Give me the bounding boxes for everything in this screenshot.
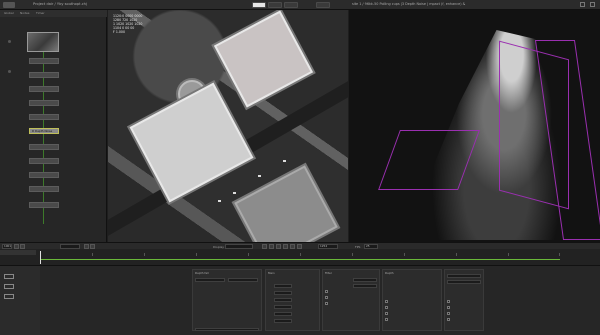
property-field[interactable] xyxy=(274,312,292,316)
group-title: Filter xyxy=(325,271,332,275)
link-icon[interactable] xyxy=(4,284,14,289)
property-group xyxy=(444,269,484,331)
property-group: Depth fall xyxy=(192,269,262,331)
image-viewer[interactable]: 1120:0 0000 0000 1280 720 1020 1 1020 10… xyxy=(108,10,348,242)
source-node-thumbnail[interactable] xyxy=(27,32,59,52)
property-field[interactable] xyxy=(274,284,292,288)
timeline-tick xyxy=(144,253,145,256)
car xyxy=(283,160,286,162)
timeline-tick xyxy=(196,253,197,256)
car xyxy=(233,192,236,194)
graph-node[interactable] xyxy=(29,158,59,164)
property-group: Depth xyxy=(382,269,442,331)
car xyxy=(218,200,221,202)
view-cloud-button[interactable] xyxy=(316,2,330,8)
timeline-tick xyxy=(559,253,560,256)
close-icon[interactable] xyxy=(590,2,595,7)
car xyxy=(258,175,261,177)
property-field[interactable] xyxy=(274,319,292,323)
graph-node[interactable] xyxy=(29,144,59,150)
graph-node[interactable] xyxy=(29,202,59,208)
viewer-overlay-info: 1120:0 0000 0000 1280 720 1020 1 1020 10… xyxy=(113,14,143,34)
option-checkbox[interactable] xyxy=(385,312,388,315)
point-cloud-viewer[interactable] xyxy=(349,10,600,242)
option-checkbox[interactable] xyxy=(325,290,328,293)
option-checkbox[interactable] xyxy=(385,300,388,303)
option-checkbox[interactable] xyxy=(447,318,450,321)
group-title: Depth fall xyxy=(195,271,209,275)
property-field[interactable] xyxy=(447,274,481,278)
graph-node[interactable] xyxy=(29,72,59,78)
timeline-controls: 1001 Display 1254 FPS 25 xyxy=(0,242,600,249)
graph-node[interactable] xyxy=(29,114,59,120)
option-checkbox[interactable] xyxy=(447,300,450,303)
option-checkbox[interactable] xyxy=(325,296,328,299)
timeline-range-track[interactable] xyxy=(40,259,560,260)
top-bar: Project dair / Yby southopt.chj site 1 /… xyxy=(0,0,600,10)
property-group: Filter xyxy=(322,269,380,331)
timeline-tick xyxy=(300,253,301,256)
timeline-header xyxy=(0,250,36,255)
group-title: Main xyxy=(268,271,275,275)
property-field[interactable] xyxy=(353,278,377,282)
tab-timer[interactable]: Timer xyxy=(34,11,47,16)
property-field[interactable] xyxy=(353,284,377,288)
graph-node[interactable] xyxy=(29,100,59,106)
property-field[interactable] xyxy=(274,305,292,309)
option-checkbox[interactable] xyxy=(447,312,450,315)
graph-node[interactable] xyxy=(29,58,59,64)
timeline-tick xyxy=(248,253,249,256)
option-checkbox[interactable] xyxy=(385,306,388,309)
node-icon[interactable] xyxy=(4,274,14,279)
property-field[interactable] xyxy=(228,278,258,282)
viewer-right-title: site 1 / 96kk-50 Polling cups |3 Depth N… xyxy=(352,2,466,6)
option-checkbox[interactable] xyxy=(385,318,388,321)
graph-node[interactable] xyxy=(29,86,59,92)
maximize-icon[interactable] xyxy=(580,2,585,7)
tab-global[interactable]: Global xyxy=(2,11,16,16)
graph-node-selected[interactable]: D Depth Noise xyxy=(29,128,59,134)
tab-nodes[interactable]: Nodes xyxy=(18,11,31,16)
property-field[interactable] xyxy=(274,291,292,295)
option-checkbox[interactable] xyxy=(325,302,328,305)
view-split-button[interactable] xyxy=(268,2,282,8)
group-title: Depth xyxy=(385,271,394,275)
side-marker-icon xyxy=(8,40,11,43)
layers-icon[interactable] xyxy=(4,294,14,299)
property-field[interactable] xyxy=(195,278,225,282)
view-single-button[interactable] xyxy=(252,2,266,8)
timeline-tick xyxy=(92,253,93,256)
property-field[interactable] xyxy=(447,280,481,284)
playhead[interactable] xyxy=(40,251,41,264)
panel-tabs: Global Nodes Timer xyxy=(0,10,107,17)
graph-node[interactable] xyxy=(29,186,59,192)
properties-sidebar xyxy=(0,266,40,335)
property-field[interactable] xyxy=(195,328,259,331)
timeline-tick xyxy=(404,253,405,256)
timeline-tick xyxy=(456,253,457,256)
properties-panel: Depth fall Main Filter Depth xyxy=(0,265,600,335)
timeline-tick xyxy=(508,253,509,256)
graph-node[interactable] xyxy=(29,172,59,178)
app-logo xyxy=(3,2,15,8)
timeline[interactable] xyxy=(0,249,600,265)
project-title: Project dair / Yby southopt.chj xyxy=(33,2,87,6)
side-marker-icon xyxy=(8,70,11,73)
view-quad-button[interactable] xyxy=(284,2,298,8)
timeline-tick xyxy=(352,253,353,256)
option-checkbox[interactable] xyxy=(447,306,450,309)
node-graph-panel: Global Nodes Timer D Depth Noise xyxy=(0,10,107,242)
property-group: Main xyxy=(265,269,320,331)
property-field[interactable] xyxy=(274,298,292,302)
